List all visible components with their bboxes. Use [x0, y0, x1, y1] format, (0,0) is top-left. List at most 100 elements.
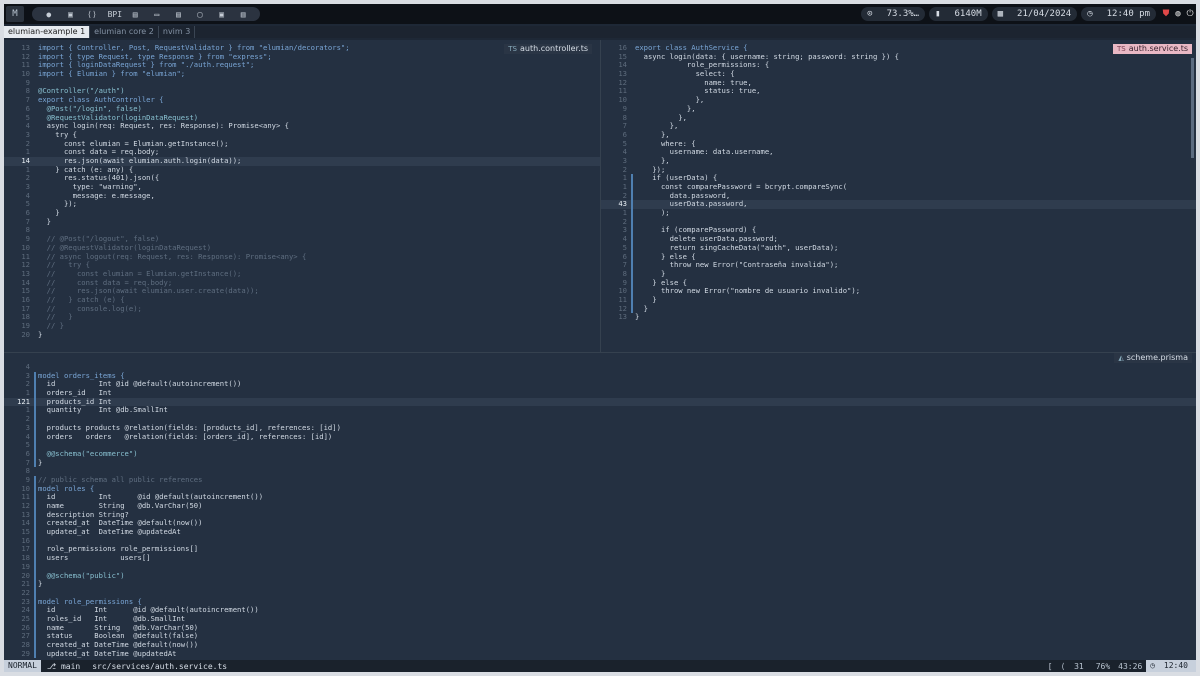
- terminal-tab[interactable]: nvim 3: [159, 26, 196, 38]
- code-line[interactable]: 8 }: [601, 269, 1196, 279]
- code-text: }: [635, 312, 640, 322]
- code-line[interactable]: 22: [4, 588, 1196, 598]
- clock-indicator: ◷ 12:40 pm: [1081, 7, 1156, 21]
- code-text: import { Elumian } from "elumian";: [38, 69, 186, 79]
- desktop: M ● ▣ ⟨⟩ BPI ▤ ▭ ▤ ▢ ▣ ▥ ⊙ 73.3%… ▮ 6140M ▦ 21/04…: [4, 4, 1196, 672]
- date-value: 21/04/2024: [1017, 9, 1072, 19]
- code-text: }: [38, 216, 51, 226]
- code-line[interactable]: 43 userData.password,: [601, 200, 1196, 210]
- code-line[interactable]: 9 },: [601, 104, 1196, 114]
- editor-pane-auth-service[interactable]: 16 export class AuthService {15 async log…: [601, 40, 1196, 352]
- code-line[interactable]: 4 username: data.username,: [601, 148, 1196, 157]
- code-line[interactable]: 6 @@schema("ecommerce"): [4, 448, 1196, 459]
- code-line[interactable]: 11 // async logout(req: Request, res: Re…: [4, 252, 600, 262]
- editor-area: 13 import { Controller, Post, RequestVali…: [4, 40, 1196, 660]
- editor-pane-auth-controller[interactable]: 13 import { Controller, Post, RequestVali…: [4, 40, 600, 352]
- code-line[interactable]: 7 }: [4, 216, 600, 227]
- code-line[interactable]: 12 }: [601, 304, 1196, 314]
- code-line[interactable]: 14 created_at DateTime @default(now()): [4, 519, 1196, 529]
- code-text: @@schema("ecommerce"): [38, 448, 138, 458]
- file-path: src/services/auth.service.ts: [92, 661, 228, 671]
- line-number: 29: [21, 648, 30, 658]
- scroll-percent: 76%: [1095, 661, 1111, 671]
- typescript-icon: TS: [1117, 45, 1126, 53]
- app-launcher-icon[interactable]: ▤: [172, 10, 184, 19]
- app-launcher-icon[interactable]: ●: [43, 10, 55, 19]
- code-line[interactable]: 8 },: [601, 113, 1196, 123]
- app-launcher-icon[interactable]: ▣: [216, 10, 228, 19]
- code-text: updated_at DateTime @updatedAt: [38, 527, 181, 537]
- code-line[interactable]: 2 id Int @id @default(autoincrement()): [4, 380, 1196, 390]
- code-line[interactable]: 17 // console.log(e);: [4, 304, 600, 314]
- typescript-icon: TS: [508, 45, 517, 53]
- scrollbar[interactable]: [1191, 58, 1194, 158]
- app-launcher-bar: ● ▣ ⟨⟩ BPI ▤ ▭ ▤ ▢ ▣ ▥: [32, 7, 260, 21]
- status-time: ◷ 12:40: [1146, 660, 1196, 672]
- code-text: orders orders @relation(fields: [orders_…: [38, 431, 333, 441]
- app-launcher-icon[interactable]: ▤: [129, 10, 141, 19]
- shield-icon[interactable]: ⛊: [1160, 9, 1172, 19]
- prisma-icon: ◭: [1118, 354, 1124, 362]
- code-line[interactable]: 13}: [601, 313, 1196, 322]
- line-number: 20: [21, 329, 30, 339]
- code-line[interactable]: 10 throw new Error("nombre de usuario in…: [601, 287, 1196, 296]
- git-branch: ⎇ main: [46, 661, 81, 671]
- code-line[interactable]: 20}: [4, 329, 600, 340]
- diagnostics-count: ⟨ 31: [1060, 661, 1084, 671]
- code-line[interactable]: 15 updated_at DateTime @updatedAt: [4, 527, 1196, 537]
- code-text: users users[]: [38, 553, 151, 563]
- code-text: quantity Int @db.SmallInt: [38, 405, 168, 415]
- clock-icon: ◷: [1087, 9, 1093, 19]
- code-line[interactable]: 11 }: [601, 295, 1196, 305]
- app-launcher-icon[interactable]: ▭: [151, 10, 163, 19]
- mode-indicator: NORMAL: [4, 660, 41, 672]
- code-line[interactable]: 10 import { Elumian } from "elumian";: [4, 69, 600, 79]
- terminal-tab[interactable]: elumian core 2: [90, 26, 159, 38]
- code-line[interactable]: 19 // }: [4, 321, 600, 331]
- app-launcher-icon[interactable]: ▢: [194, 10, 206, 19]
- code-line[interactable]: 4: [4, 362, 1196, 372]
- power-icon[interactable]: ⏻: [1184, 9, 1196, 19]
- code-line[interactable]: 121 products_id Int: [4, 397, 1196, 407]
- terminal-tab[interactable]: elumian-example 1: [4, 26, 91, 38]
- file-label-left: TS auth.controller.ts: [504, 44, 592, 54]
- code-text: }: [38, 579, 43, 589]
- code-line[interactable]: 4 async login(req: Request, res: Respons…: [4, 121, 600, 131]
- app-launcher-icon[interactable]: ▣: [64, 10, 76, 19]
- code-line[interactable]: 18 // }: [4, 313, 600, 322]
- code-line[interactable]: 17 role_permissions role_permissions[]: [4, 545, 1196, 555]
- code-text: @@schema("public"): [38, 570, 125, 580]
- workspace-indicator[interactable]: M: [6, 6, 24, 22]
- code-line[interactable]: 12 name String @db.VarChar(50): [4, 501, 1196, 511]
- code-line[interactable]: 29 updated_at DateTime @updatedAt: [4, 648, 1196, 659]
- code-line[interactable]: 20 @@schema("public"): [4, 570, 1196, 581]
- code-line[interactable]: 3 },: [601, 156, 1196, 166]
- code-text: throw new Error("nombre de usuario inval…: [635, 286, 861, 296]
- code-line[interactable]: 7}: [4, 458, 1196, 468]
- network-icon[interactable]: ◍: [1172, 9, 1184, 19]
- code-line[interactable]: 5 });: [4, 200, 600, 209]
- code-line[interactable]: 18 users users[]: [4, 553, 1196, 563]
- code-line[interactable]: 4 message: e.message,: [4, 191, 600, 201]
- code-line[interactable]: 1 quantity Int @db.SmallInt: [4, 405, 1196, 416]
- code-line[interactable]: 5: [4, 440, 1196, 450]
- code-line[interactable]: 21}: [4, 579, 1196, 589]
- app-launcher-icon[interactable]: ⟨⟩: [86, 10, 98, 19]
- code-line[interactable]: 9// public schema all public references: [4, 475, 1196, 485]
- code-line[interactable]: 4 orders orders @relation(fields: [order…: [4, 431, 1196, 442]
- line-number: 13: [618, 312, 627, 322]
- clock-value: 12:40 pm: [1106, 9, 1150, 19]
- code-line[interactable]: 6 }: [4, 208, 600, 218]
- date-indicator: ▦ 21/04/2024: [991, 7, 1078, 21]
- memory-icon: ▮: [935, 9, 941, 19]
- code-line[interactable]: 19: [4, 562, 1196, 572]
- code-line[interactable]: 1 orders_id Int: [4, 388, 1196, 398]
- editor-pane-scheme-prisma[interactable]: 4 3 model orders_items {2 id Int @id @defa…: [4, 353, 1196, 660]
- code-line[interactable]: 7 },: [601, 121, 1196, 131]
- app-launcher-icon[interactable]: ▥: [237, 10, 249, 19]
- code-line[interactable]: 1 );: [601, 208, 1196, 218]
- app-launcher-icon[interactable]: BPI: [108, 10, 122, 19]
- code-line[interactable]: 28 created_at DateTime @default(now()): [4, 640, 1196, 650]
- code-line[interactable]: 7 throw new Error("Contraseña invalida")…: [601, 260, 1196, 270]
- status-line: NORMAL ⎇ main src/services/auth.service.…: [4, 660, 1196, 672]
